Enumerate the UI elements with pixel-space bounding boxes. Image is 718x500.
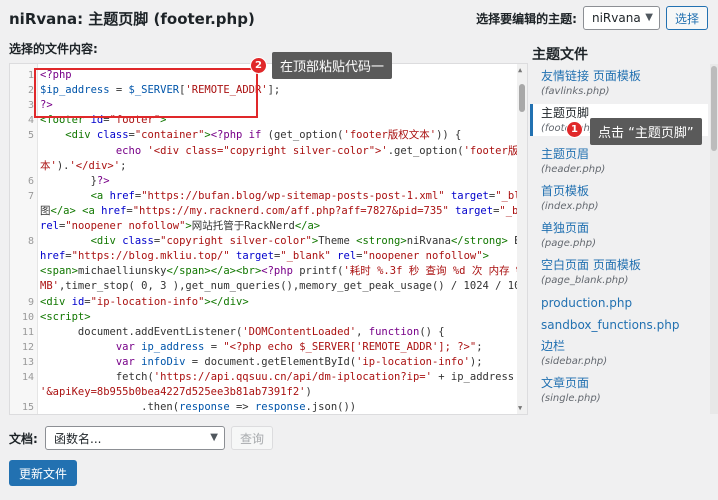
file-item[interactable]: 文章页面 (single.php) <box>530 374 708 406</box>
annotation-callout-top: 在顶部粘贴代码一 <box>272 52 393 79</box>
code-text: MB',timer_stop( 0, 3 ),get_num_queries()… <box>40 280 528 293</box>
lookup-button[interactable]: 查询 <box>231 426 274 450</box>
code-text: href="https://blog.mkliu.top/" target="_… <box>40 250 489 263</box>
code-text: <div class="copyright silver-color">Them… <box>90 235 527 248</box>
file-name[interactable]: sandbox_functions.php <box>541 316 708 334</box>
code-text: .then(response => response.json()) <box>40 401 357 414</box>
code-text: '&apiKey=8b955b0bea4227d525ee3b81ab7391f… <box>40 386 312 399</box>
annotation-badge-1: 1 <box>566 121 583 138</box>
line-number: 9 <box>27 296 34 308</box>
line-number: 5 <box>27 130 34 142</box>
theme-select-label: 选择要编辑的主题: <box>476 11 577 26</box>
code-text: <span>michaelliunsky</span></a><br><?php… <box>40 265 528 278</box>
theme-files-title: 主题文件 <box>532 47 588 63</box>
code-text: rel="noopener nofollow">网站托管于RackNerd</a… <box>40 220 321 232</box>
line-number: 13 <box>21 356 34 368</box>
file-name[interactable]: 首页模板 <box>541 182 708 200</box>
code-text: <a href="https://bufan.blog/wp-sitemap-p… <box>90 189 527 202</box>
file-path: (index.php) <box>541 201 599 212</box>
function-name-placeholder: 函数名... <box>54 431 102 446</box>
theme-select[interactable]: niRvana ▼ <box>582 6 660 30</box>
file-item[interactable]: 边栏 (sidebar.php) <box>530 337 708 369</box>
file-item[interactable]: 友情链接 页面模板 (favlinks.php) <box>530 67 708 99</box>
line-number: 8 <box>27 236 34 248</box>
line-number: 11 <box>21 326 34 338</box>
line-number: 10 <box>21 311 34 323</box>
file-name[interactable]: production.php <box>541 294 708 312</box>
code-text: echo '<div class="copyright silver-color… <box>115 144 527 157</box>
line-number: 7 <box>27 190 34 202</box>
code-text: fetch('https://api.qqsuu.cn/api/dm-iploc… <box>40 371 527 383</box>
code-text: }?> <box>40 174 110 187</box>
theme-select-group: 选择要编辑的主题: niRvana ▼ 选择 <box>476 6 708 30</box>
file-path: (header.php) <box>541 164 606 175</box>
file-content-label: 选择的文件内容: <box>9 42 98 56</box>
page-title: niRvana: 主题页脚 (footer.php) <box>9 10 255 28</box>
line-number: 12 <box>21 341 34 353</box>
code-text: 本').'</div>'; <box>40 159 127 172</box>
file-path: (page.php) <box>541 238 596 249</box>
line-number: 4 <box>27 115 34 127</box>
file-list-scroll-thumb[interactable] <box>711 66 717 151</box>
editor-scroll-thumb[interactable] <box>519 84 525 112</box>
annotation-badge-2: 2 <box>250 57 267 74</box>
line-number: 3 <box>27 100 34 112</box>
annotation-callout-side: 点击 “主题页脚” <box>590 118 702 145</box>
documentation-label: 文档: <box>9 432 38 446</box>
code-text: var infoDiv = document.getElementById('i… <box>115 355 483 368</box>
code-text: 图</a> <a href="https://my.racknerd.com/a… <box>40 204 527 217</box>
update-file-button[interactable]: 更新文件 <box>9 460 78 486</box>
file-path: (single.php) <box>541 393 601 404</box>
file-path: (favlinks.php) <box>541 86 610 97</box>
code-text: <script> <box>40 310 91 323</box>
chevron-down-icon: ▼ <box>210 432 218 443</box>
function-name-select[interactable]: 函数名... ▼ <box>45 426 225 450</box>
code-text: <div id="ip-location-info"></div> <box>40 295 249 308</box>
chevron-down-icon: ▼ <box>645 12 653 23</box>
file-item[interactable]: 单独页面 (page.php) <box>530 219 708 251</box>
file-item[interactable]: 空白页面 页面模板 (page_blank.php) <box>530 256 708 288</box>
file-name[interactable]: 文章页面 <box>541 374 708 392</box>
theme-select-value: niRvana <box>591 11 641 25</box>
line-number: 2 <box>27 85 34 97</box>
scroll-down-icon[interactable]: ▼ <box>518 404 522 412</box>
file-name[interactable]: 单独页面 <box>541 219 708 237</box>
code-text: document.addEventListener('DOMContentLoa… <box>40 325 445 338</box>
file-path: (sidebar.php) <box>541 356 608 367</box>
file-name[interactable]: 主题页眉 <box>541 145 708 163</box>
file-item[interactable]: production.php <box>530 294 708 312</box>
line-number: 6 <box>27 175 34 187</box>
code-text: var ip_address = "<?php echo $_SERVER['R… <box>115 340 483 353</box>
file-name[interactable]: 空白页面 页面模板 <box>541 256 708 274</box>
file-path: (page_blank.php) <box>541 275 629 286</box>
file-name[interactable]: 友情链接 页面模板 <box>541 67 708 85</box>
editor-scrollbar[interactable]: ▲ ▼ <box>517 64 527 414</box>
line-number: 14 <box>21 372 34 383</box>
file-name[interactable]: 边栏 <box>541 337 708 355</box>
annotation-highlight-box <box>34 68 258 118</box>
file-item[interactable]: 首页模板 (index.php) <box>530 182 708 214</box>
line-number: 1 <box>27 70 34 81</box>
scroll-up-icon[interactable]: ▲ <box>518 66 522 74</box>
code-text: <div class="container"><?php if (get_opt… <box>65 129 462 142</box>
file-list-scrollbar[interactable] <box>710 64 718 414</box>
line-number: 15 <box>21 402 34 414</box>
file-item[interactable]: 主题页眉 (header.php) <box>530 145 708 177</box>
select-theme-button[interactable]: 选择 <box>665 6 708 30</box>
file-item[interactable]: sandbox_functions.php <box>530 316 708 334</box>
theme-file-list: 友情链接 页面模板(favlinks.php)主题页脚(footer.php)主… <box>530 64 718 414</box>
